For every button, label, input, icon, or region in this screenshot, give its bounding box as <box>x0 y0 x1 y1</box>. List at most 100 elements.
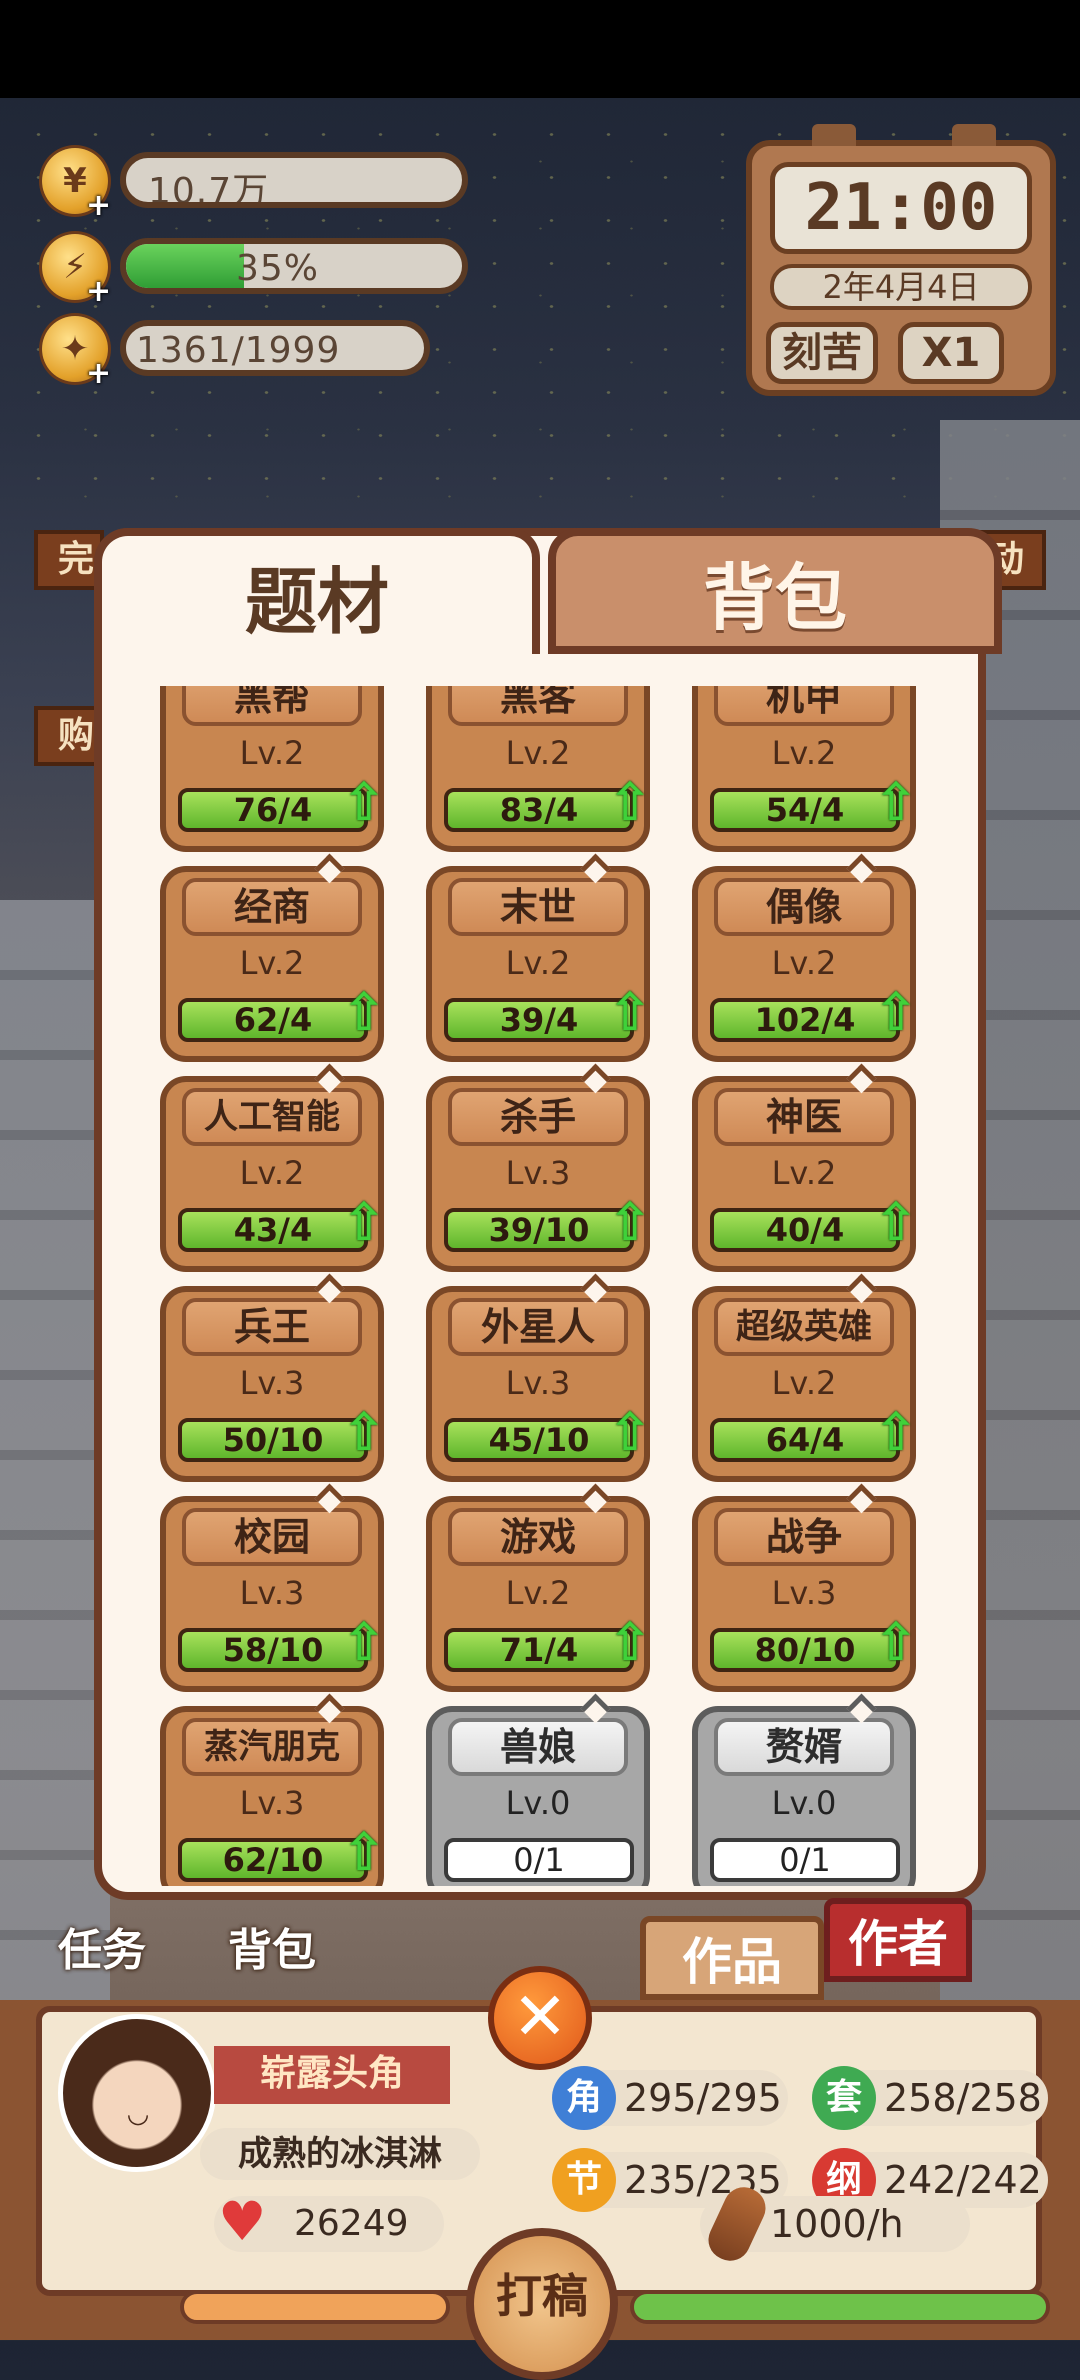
topic-level: Lv.2 <box>239 734 305 772</box>
topic-card[interactable]: 末世 Lv.2 39/4 ⇧ <box>426 866 652 1062</box>
topic-name: 战争 <box>714 1508 894 1566</box>
mode-button[interactable]: 刻苦 <box>766 322 878 384</box>
speed-button[interactable]: X1 <box>898 322 1004 384</box>
topic-progress: 102/4 <box>710 998 900 1042</box>
topic-progress: 64/4 <box>710 1418 900 1462</box>
topic-level: Lv.3 <box>239 1364 305 1402</box>
topic-name: 经商 <box>182 878 362 936</box>
up-arrow-icon[interactable]: ⇧ <box>342 1617 386 1672</box>
up-arrow-icon[interactable]: ⇧ <box>608 1617 652 1672</box>
topic-level: Lv.2 <box>505 944 571 982</box>
up-arrow-icon[interactable]: ⇧ <box>342 1827 386 1882</box>
topic-progress: 0/1 <box>444 1838 634 1882</box>
up-arrow-icon[interactable]: ⇧ <box>342 777 386 832</box>
coins-resource[interactable]: ¥ + 10.7万 <box>42 148 468 223</box>
add-energy-icon[interactable]: + <box>86 274 111 309</box>
up-arrow-icon[interactable]: ⇧ <box>342 1407 386 1462</box>
tab-bag[interactable]: 背包 <box>548 528 1002 654</box>
topic-card[interactable]: 人工智能 Lv.2 43/4 ⇧ <box>160 1076 386 1272</box>
topic-level: Lv.3 <box>505 1154 571 1192</box>
topic-card[interactable]: 黑客 Lv.2 83/4 ⇧ <box>426 686 652 852</box>
topic-name: 蒸汽朋克 <box>182 1718 362 1776</box>
income-rate: 1000/h <box>700 2180 970 2268</box>
topic-card[interactable]: 经商 Lv.2 62/4 ⇧ <box>160 866 386 1062</box>
inspiration-value: 1361/1999 <box>136 330 341 371</box>
tab-topics[interactable]: 题材 <box>94 528 540 654</box>
topic-name: 超级英雄 <box>714 1298 894 1356</box>
tab-works[interactable]: 作品 <box>640 1916 824 2000</box>
up-arrow-icon[interactable]: ⇧ <box>874 1407 918 1462</box>
topic-card[interactable]: 兵王 Lv.3 50/10 ⇧ <box>160 1286 386 1482</box>
topic-card[interactable]: 兽娘 Lv.0 0/1 <box>426 1706 650 1886</box>
topic-card[interactable]: 黑帮 Lv.2 76/4 ⇧ <box>160 686 386 852</box>
topic-name: 人工智能 <box>182 1088 362 1146</box>
draft-button[interactable]: 打稿 <box>466 2228 618 2380</box>
coins-pill: 10.7万 <box>120 152 468 208</box>
inspiration-resource[interactable]: ✦ + 1361/1999 <box>42 316 432 391</box>
topic-card[interactable]: 神医 Lv.2 40/4 ⇧ <box>692 1076 918 1272</box>
topic-card[interactable]: 偶像 Lv.2 102/4 ⇧ <box>692 866 918 1062</box>
topic-level: Lv.0 <box>505 1784 571 1822</box>
up-arrow-icon[interactable]: ⇧ <box>608 777 652 832</box>
avatar[interactable]: ◡ <box>58 2014 216 2172</box>
player-name: 成熟的冰淇淋 <box>200 2128 480 2180</box>
stat-badge-icon: 角 <box>552 2066 616 2130</box>
topic-card[interactable]: 校园 Lv.3 58/10 ⇧ <box>160 1496 386 1692</box>
topic-name: 黑帮 <box>182 686 362 726</box>
up-arrow-icon[interactable]: ⇧ <box>874 1197 918 1252</box>
topic-progress: 76/4 <box>178 788 368 832</box>
likes: ♥ 26249 <box>214 2194 444 2252</box>
stat-badge-icon: 节 <box>552 2148 616 2212</box>
clock-time: 21:00 <box>770 162 1032 254</box>
topic-level: Lv.2 <box>771 944 837 982</box>
topic-progress: 0/1 <box>710 1838 900 1882</box>
avatar-face-icon: ◡ <box>126 2099 150 2129</box>
topic-card[interactable]: 机甲 Lv.2 54/4 ⇧ <box>692 686 918 852</box>
topic-name: 神医 <box>714 1088 894 1146</box>
topic-name: 末世 <box>448 878 628 936</box>
topic-progress: 71/4 <box>444 1628 634 1672</box>
topic-progress: 80/10 <box>710 1628 900 1672</box>
up-arrow-icon[interactable]: ⇧ <box>608 987 652 1042</box>
up-arrow-icon[interactable]: ⇧ <box>608 1197 652 1252</box>
stat-badge-icon: 套 <box>812 2066 876 2130</box>
topic-modal: 题材 背包 黑帮 Lv.2 76/4 ⇧ 黑客 Lv.2 83/4 ⇧ 机甲 Lv.2 54/4 ⇧ 经… <box>94 528 1002 1900</box>
up-arrow-icon[interactable]: ⇧ <box>874 777 918 832</box>
topic-card[interactable]: 游戏 Lv.2 71/4 ⇧ <box>426 1496 652 1692</box>
energy-fill <box>126 244 244 288</box>
energy-pill: 35% <box>120 238 468 294</box>
player-title: 崭露头角 <box>214 2046 450 2104</box>
up-arrow-icon[interactable]: ⇧ <box>874 987 918 1042</box>
topic-name: 偶像 <box>714 878 894 936</box>
coins-value: 10.7万 <box>148 171 270 208</box>
bag-nav-label[interactable]: 背包 <box>228 1914 316 1978</box>
topic-card[interactable]: 蒸汽朋克 Lv.3 62/10 ⇧ <box>160 1706 386 1886</box>
topic-progress: 39/10 <box>444 1208 634 1252</box>
inspiration-pill: 1361/1999 <box>120 320 430 376</box>
tab-author[interactable]: 作者 <box>824 1898 972 1982</box>
topic-card[interactable]: 杀手 Lv.3 39/10 ⇧ <box>426 1076 652 1272</box>
topic-card[interactable]: 赘婿 Lv.0 0/1 <box>692 1706 916 1886</box>
add-inspiration-icon[interactable]: + <box>86 356 111 391</box>
topic-name: 黑客 <box>448 686 628 726</box>
close-button[interactable]: ✕ <box>488 1966 592 2070</box>
topic-level: Lv.3 <box>771 1574 837 1612</box>
energy-resource[interactable]: ⚡ + 35% <box>42 234 468 309</box>
up-arrow-icon[interactable]: ⇧ <box>342 987 386 1042</box>
up-arrow-icon[interactable]: ⇧ <box>608 1407 652 1462</box>
right-progress-bar <box>630 2290 1050 2324</box>
topic-name: 兽娘 <box>448 1718 628 1776</box>
add-coins-icon[interactable]: + <box>86 188 111 223</box>
topic-progress: 62/4 <box>178 998 368 1042</box>
topic-card[interactable]: 外星人 Lv.3 45/10 ⇧ <box>426 1286 652 1482</box>
topic-level: Lv.2 <box>239 1154 305 1192</box>
topic-progress: 43/4 <box>178 1208 368 1252</box>
up-arrow-icon[interactable]: ⇧ <box>342 1197 386 1252</box>
topic-level: Lv.0 <box>771 1784 837 1822</box>
topic-card[interactable]: 战争 Lv.3 80/10 ⇧ <box>692 1496 918 1692</box>
topic-level: Lv.2 <box>505 1574 571 1612</box>
tasks-nav-label[interactable]: 任务 <box>58 1914 146 1978</box>
up-arrow-icon[interactable]: ⇧ <box>874 1617 918 1672</box>
stat-value: 258/258 <box>884 2076 1042 2120</box>
topic-card[interactable]: 超级英雄 Lv.2 64/4 ⇧ <box>692 1286 918 1482</box>
